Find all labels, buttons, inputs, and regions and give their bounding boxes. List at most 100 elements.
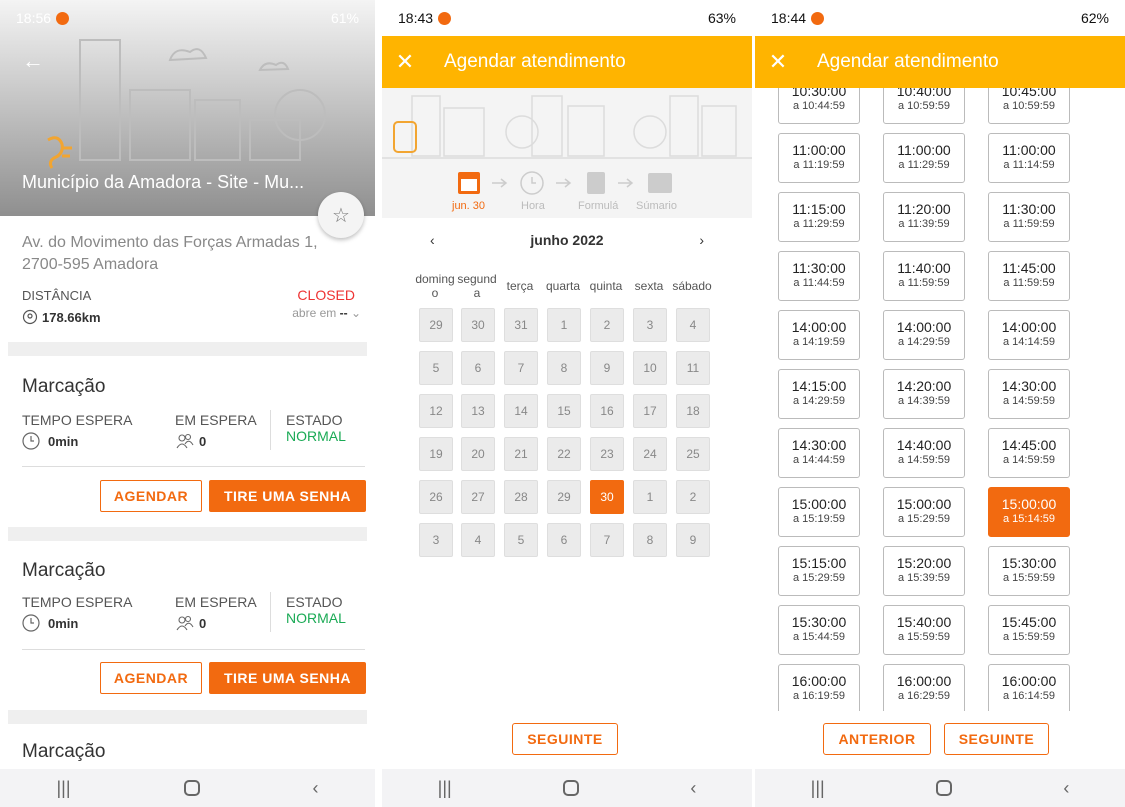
next-month-button[interactable]: › — [699, 232, 704, 252]
calendar-day[interactable]: 9 — [590, 351, 624, 385]
calendar-day[interactable]: 8 — [547, 351, 581, 385]
calendar-day[interactable]: 11 — [676, 351, 710, 385]
time-slot[interactable]: 11:30:00 a 11:44:59 — [778, 251, 860, 301]
time-slot[interactable]: 10:30:00 a 10:44:59 — [778, 88, 860, 124]
calendar-day[interactable]: 20 — [461, 437, 495, 471]
android-nav-bar: ||| ‹ — [0, 769, 375, 807]
calendar-day[interactable]: 30 — [590, 480, 624, 514]
calendar-day[interactable]: 28 — [504, 480, 538, 514]
prev-month-button[interactable]: ‹ — [430, 232, 435, 252]
calendar-day[interactable]: 1 — [547, 308, 581, 342]
time-slot[interactable]: 15:30:00 a 15:44:59 — [778, 605, 860, 655]
calendar-day[interactable]: 4 — [676, 308, 710, 342]
back-arrow-icon[interactable]: ← — [22, 48, 44, 74]
calendar-day[interactable]: 17 — [633, 394, 667, 428]
calendar-day[interactable]: 25 — [676, 437, 710, 471]
time-slot[interactable]: 11:15:00 a 11:29:59 — [778, 192, 860, 242]
calendar-day[interactable]: 19 — [419, 437, 453, 471]
calendar-day[interactable]: 14 — [504, 394, 538, 428]
close-icon[interactable]: ✕ — [382, 49, 428, 75]
nav-back-icon[interactable]: ‹ — [312, 778, 318, 799]
next-button[interactable]: SEGUINTE — [944, 723, 1049, 755]
calendar-day[interactable]: 4 — [461, 523, 495, 557]
calendar-day[interactable]: 9 — [676, 523, 710, 557]
time-slot[interactable]: 15:15:00 a 15:29:59 — [778, 546, 860, 596]
close-icon[interactable]: ✕ — [755, 49, 801, 75]
calendar-day[interactable]: 15 — [547, 394, 581, 428]
time-slot[interactable]: 10:45:00 a 10:59:59 — [988, 88, 1070, 124]
time-slot[interactable]: 11:00:00 a 11:19:59 — [778, 133, 860, 183]
calendar-day[interactable]: 2 — [590, 308, 624, 342]
time-slot[interactable]: 14:20:00 a 14:39:59 — [883, 369, 965, 419]
calendar-day[interactable]: 16 — [590, 394, 624, 428]
time-slot[interactable]: 15:45:00 a 15:59:59 — [988, 605, 1070, 655]
time-slot[interactable]: 14:00:00 a 14:14:59 — [988, 310, 1070, 360]
time-slot[interactable]: 11:00:00 a 11:14:59 — [988, 133, 1070, 183]
calendar-day[interactable]: 10 — [633, 351, 667, 385]
calendar-day[interactable]: 5 — [419, 351, 453, 385]
time-slot[interactable]: 15:00:00 a 15:19:59 — [778, 487, 860, 537]
time-slot[interactable]: 11:45:00 a 11:59:59 — [988, 251, 1070, 301]
calendar-day[interactable]: 29 — [419, 308, 453, 342]
calendar-day[interactable]: 22 — [547, 437, 581, 471]
home-icon[interactable] — [936, 780, 952, 796]
previous-button[interactable]: ANTERIOR — [823, 723, 931, 755]
time-slot[interactable]: 11:20:00 a 11:39:59 — [883, 192, 965, 242]
calendar-day[interactable]: 1 — [633, 480, 667, 514]
time-slot[interactable]: 14:00:00 a 14:29:59 — [883, 310, 965, 360]
home-icon[interactable] — [563, 780, 579, 796]
calendar-day[interactable]: 27 — [461, 480, 495, 514]
time-slot[interactable]: 16:00:00 a 16:19:59 — [778, 664, 860, 711]
nav-back-icon[interactable]: ‹ — [1063, 778, 1069, 799]
schedule-button[interactable]: AGENDAR — [100, 662, 202, 694]
time-slot[interactable]: 15:00:00 a 15:29:59 — [883, 487, 965, 537]
time-slot-start: 11:00:00 — [1002, 142, 1056, 158]
time-slot[interactable]: 11:00:00 a 11:29:59 — [883, 133, 965, 183]
calendar-day[interactable]: 26 — [419, 480, 453, 514]
calendar-day[interactable]: 23 — [590, 437, 624, 471]
calendar-day[interactable]: 5 — [504, 523, 538, 557]
calendar-day[interactable]: 6 — [547, 523, 581, 557]
recent-apps-icon[interactable]: ||| — [56, 778, 70, 799]
time-slot[interactable]: 14:30:00 a 14:44:59 — [778, 428, 860, 478]
time-slot[interactable]: 15:20:00 a 15:39:59 — [883, 546, 965, 596]
calendar-day[interactable]: 29 — [547, 480, 581, 514]
calendar-day[interactable]: 24 — [633, 437, 667, 471]
time-slot[interactable]: 11:30:00 a 11:59:59 — [988, 192, 1070, 242]
time-slot[interactable]: 14:45:00 a 14:59:59 — [988, 428, 1070, 478]
calendar-day[interactable]: 18 — [676, 394, 710, 428]
calendar-day[interactable]: 3 — [633, 308, 667, 342]
calendar-day[interactable]: 2 — [676, 480, 710, 514]
time-slot[interactable]: 14:00:00 a 14:19:59 — [778, 310, 860, 360]
recent-apps-icon[interactable]: ||| — [811, 778, 825, 799]
time-slot[interactable]: 10:40:00 a 10:59:59 — [883, 88, 965, 124]
time-slot[interactable]: 11:40:00 a 11:59:59 — [883, 251, 965, 301]
calendar-day[interactable]: 3 — [419, 523, 453, 557]
time-slot[interactable]: 16:00:00 a 16:14:59 — [988, 664, 1070, 711]
calendar-day[interactable]: 7 — [504, 351, 538, 385]
calendar-day[interactable]: 8 — [633, 523, 667, 557]
time-slot[interactable]: 16:00:00 a 16:29:59 — [883, 664, 965, 711]
calendar-day[interactable]: 6 — [461, 351, 495, 385]
opens-in-toggle[interactable]: abre em -- ⌄ — [292, 306, 361, 320]
calendar-day[interactable]: 12 — [419, 394, 453, 428]
time-slot[interactable]: 14:40:00 a 14:59:59 — [883, 428, 965, 478]
calendar-day[interactable]: 30 — [461, 308, 495, 342]
time-slot[interactable]: 15:40:00 a 15:59:59 — [883, 605, 965, 655]
take-ticket-button[interactable]: TIRE UMA SENHA — [209, 480, 366, 512]
time-slot[interactable]: 14:15:00 a 14:29:59 — [778, 369, 860, 419]
time-slot[interactable]: 15:30:00 a 15:59:59 — [988, 546, 1070, 596]
calendar-day[interactable]: 21 — [504, 437, 538, 471]
nav-back-icon[interactable]: ‹ — [690, 778, 696, 799]
recent-apps-icon[interactable]: ||| — [438, 778, 452, 799]
time-slot[interactable]: 15:00:00 a 15:14:59 — [988, 487, 1070, 537]
time-slot[interactable]: 14:30:00 a 14:59:59 — [988, 369, 1070, 419]
schedule-button[interactable]: AGENDAR — [100, 480, 202, 512]
calendar-day[interactable]: 13 — [461, 394, 495, 428]
take-ticket-button[interactable]: TIRE UMA SENHA — [209, 662, 366, 694]
home-icon[interactable] — [183, 780, 200, 796]
calendar-day[interactable]: 31 — [504, 308, 538, 342]
next-button[interactable]: SEGUINTE — [512, 723, 618, 755]
calendar-day[interactable]: 7 — [590, 523, 624, 557]
wait-time-text: 0min — [48, 615, 79, 631]
